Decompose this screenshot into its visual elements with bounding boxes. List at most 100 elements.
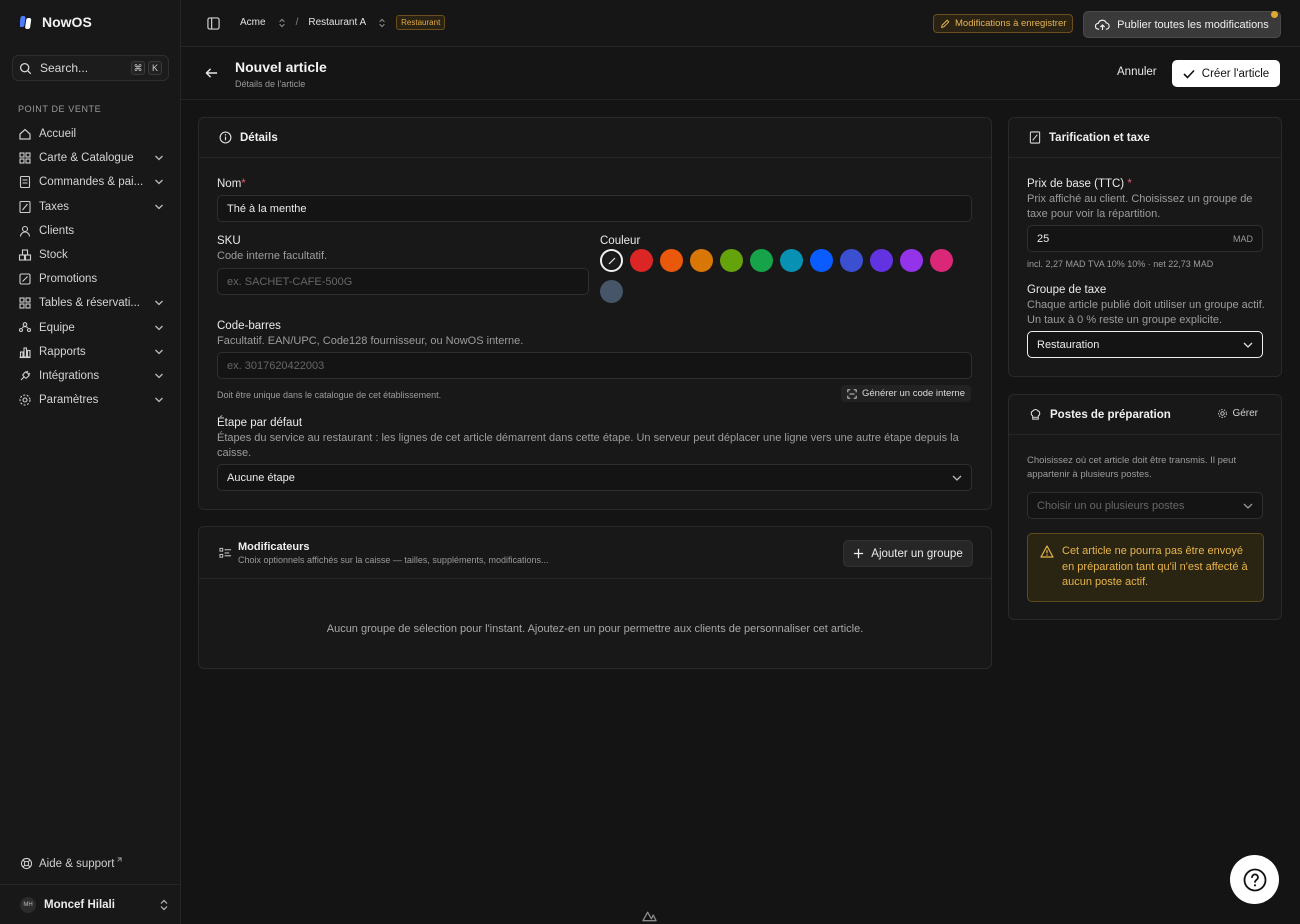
sidebar-item-accueil[interactable]: Accueil: [18, 122, 164, 146]
chevrons-up-down-icon: [278, 18, 285, 27]
brand[interactable]: NowOS: [19, 14, 92, 30]
sidebar-item-label: Paramètres: [39, 394, 99, 407]
color-label: Couleur: [600, 235, 641, 247]
generate-label: Générer un code interne: [862, 388, 965, 399]
arrow-left-icon[interactable]: [205, 67, 218, 79]
stage-select[interactable]: Aucune étape: [217, 464, 972, 491]
chevron-down-icon[interactable]: [154, 347, 164, 357]
sidebar-item-label: Promotions: [39, 273, 98, 286]
color-swatch[interactable]: [810, 249, 833, 272]
users-icon: [18, 224, 32, 238]
color-swatch[interactable]: [900, 249, 923, 272]
help-fab-button[interactable]: [1230, 855, 1279, 904]
required-marker: *: [241, 178, 246, 190]
sidebar-item-rapports[interactable]: Rapports: [18, 340, 164, 364]
add-group-label: Ajouter un groupe: [871, 547, 963, 560]
stations-select[interactable]: Choisir un ou plusieurs postes: [1027, 492, 1263, 519]
sidebar-item-clients[interactable]: Clients: [18, 219, 164, 243]
tax-group-select[interactable]: Restauration: [1027, 331, 1263, 358]
tax-group-value: Restauration: [1037, 338, 1100, 351]
slash-icon: [608, 257, 615, 264]
chevrons-up-down-icon: [160, 899, 168, 910]
color-swatch[interactable]: [690, 249, 713, 272]
boxes-icon: [18, 248, 32, 262]
color-swatch-none[interactable]: [600, 249, 623, 272]
search-button[interactable]: Search... ⌘ K: [12, 55, 169, 81]
manage-stations-button[interactable]: Gérer: [1217, 408, 1258, 419]
pricing-card-header: Tarification et taxe: [1009, 118, 1281, 158]
receipt-icon: [18, 175, 32, 189]
pending-label: Modifications à enregistrer: [955, 18, 1067, 29]
chevron-down-icon: [1243, 503, 1253, 509]
sidebar-item-taxes[interactable]: Taxes: [18, 195, 164, 219]
color-swatch[interactable]: [630, 249, 653, 272]
color-swatch[interactable]: [870, 249, 893, 272]
sidebar-section-label: POINT DE VENTE: [18, 104, 102, 114]
details-card: Détails Nom* Thé à la menthe SKU Code in…: [198, 117, 992, 510]
warning-text: Cet article ne pourra pas être envoyé en…: [1062, 545, 1248, 588]
sidebar-item-label: Rapports: [39, 345, 86, 358]
chevron-down-icon[interactable]: [154, 177, 164, 187]
location-switcher[interactable]: Restaurant A: [308, 17, 386, 28]
page-header: Nouvel article Détails de l'article Annu…: [181, 48, 1300, 100]
sidebar-toggle-icon[interactable]: [207, 17, 220, 30]
sidebar-item-integrations[interactable]: Intégrations: [18, 364, 164, 388]
currency-suffix: MAD: [1233, 233, 1253, 244]
modifiers-empty-state: Aucun groupe de sélection pour l'instant…: [326, 623, 864, 635]
bar-chart-icon: [18, 345, 32, 359]
chevron-down-icon[interactable]: [154, 202, 164, 212]
breadcrumb-separator: /: [295, 17, 299, 28]
sidebar-item-parametres[interactable]: Paramètres: [18, 388, 164, 412]
sidebar-item-equipe[interactable]: Équipe: [18, 316, 164, 340]
cancel-button[interactable]: Annuler: [1117, 66, 1157, 78]
no-station-warning: Cet article ne pourra pas être envoyé en…: [1027, 533, 1264, 602]
pricing-title: Tarification et taxe: [1049, 131, 1150, 144]
chevron-down-icon[interactable]: [154, 395, 164, 405]
tax-group-help: Chaque article publié doit utiliser un g…: [1027, 299, 1265, 326]
pending-changes-badge[interactable]: Modifications à enregistrer: [933, 14, 1074, 33]
sidebar-item-commandes-pai[interactable]: Commandes & pai...: [18, 170, 164, 194]
help-support-link[interactable]: Aide & support: [20, 857, 122, 870]
user-menu[interactable]: MH Moncef Hilali: [0, 884, 181, 924]
color-swatch[interactable]: [780, 249, 803, 272]
chevron-down-icon[interactable]: [154, 298, 164, 308]
location-type-badge: Restaurant: [396, 15, 446, 30]
publish-all-button[interactable]: Publier toutes les modifications: [1083, 11, 1281, 38]
generate-code-button[interactable]: Générer un code interne: [841, 385, 971, 402]
price-input[interactable]: 25 MAD: [1027, 225, 1263, 252]
sku-input[interactable]: ex. SACHET-CAFE-500G: [217, 268, 589, 295]
add-group-button[interactable]: Ajouter un groupe: [843, 540, 973, 567]
chevron-down-icon[interactable]: [154, 323, 164, 333]
color-swatch[interactable]: [720, 249, 743, 272]
color-swatch[interactable]: [930, 249, 953, 272]
sidebar-item-label: Tables & réservati...: [39, 297, 140, 310]
sidebar-item-stock[interactable]: Stock: [18, 243, 164, 267]
chevron-down-icon[interactable]: [154, 371, 164, 381]
chef-hat-icon: [1030, 409, 1041, 420]
modifiers-title: Modificateurs: [238, 541, 310, 553]
color-swatch[interactable]: [660, 249, 683, 272]
color-swatch[interactable]: [600, 280, 623, 303]
color-swatch[interactable]: [840, 249, 863, 272]
sidebar-item-carte-catalogue[interactable]: Carte & Catalogue: [18, 146, 164, 170]
sidebar-item-label: Équipe: [39, 321, 75, 334]
color-swatch[interactable]: [750, 249, 773, 272]
topbar: Acme / Restaurant A Restaurant Modificat…: [181, 0, 1300, 47]
create-article-button[interactable]: Créer l'article: [1172, 60, 1280, 87]
sidebar-item-tables-reservati[interactable]: Tables & réservati...: [18, 291, 164, 315]
sku-label: SKU: [217, 235, 241, 247]
price-help: Prix affiché au client. Choisissez un gr…: [1027, 193, 1253, 220]
name-input[interactable]: Thé à la menthe: [217, 195, 972, 222]
info-icon: [219, 131, 232, 144]
org-switcher[interactable]: Acme: [240, 17, 286, 28]
chevron-down-icon[interactable]: [154, 153, 164, 163]
warning-icon: [1040, 545, 1054, 558]
create-label: Créer l'article: [1201, 67, 1270, 80]
list-icon: [219, 547, 232, 558]
barcode-input[interactable]: ex. 3017620422003: [217, 352, 972, 379]
app-name: NowOS: [42, 14, 92, 30]
name-label-text: Nom: [217, 178, 242, 190]
sidebar-item-promotions[interactable]: Promotions: [18, 267, 164, 291]
sidebar: NowOS Search... ⌘ K POINT DE VENTE Accue…: [0, 0, 181, 924]
barcode-unique-note: Doit être unique dans le catalogue de ce…: [217, 390, 442, 400]
